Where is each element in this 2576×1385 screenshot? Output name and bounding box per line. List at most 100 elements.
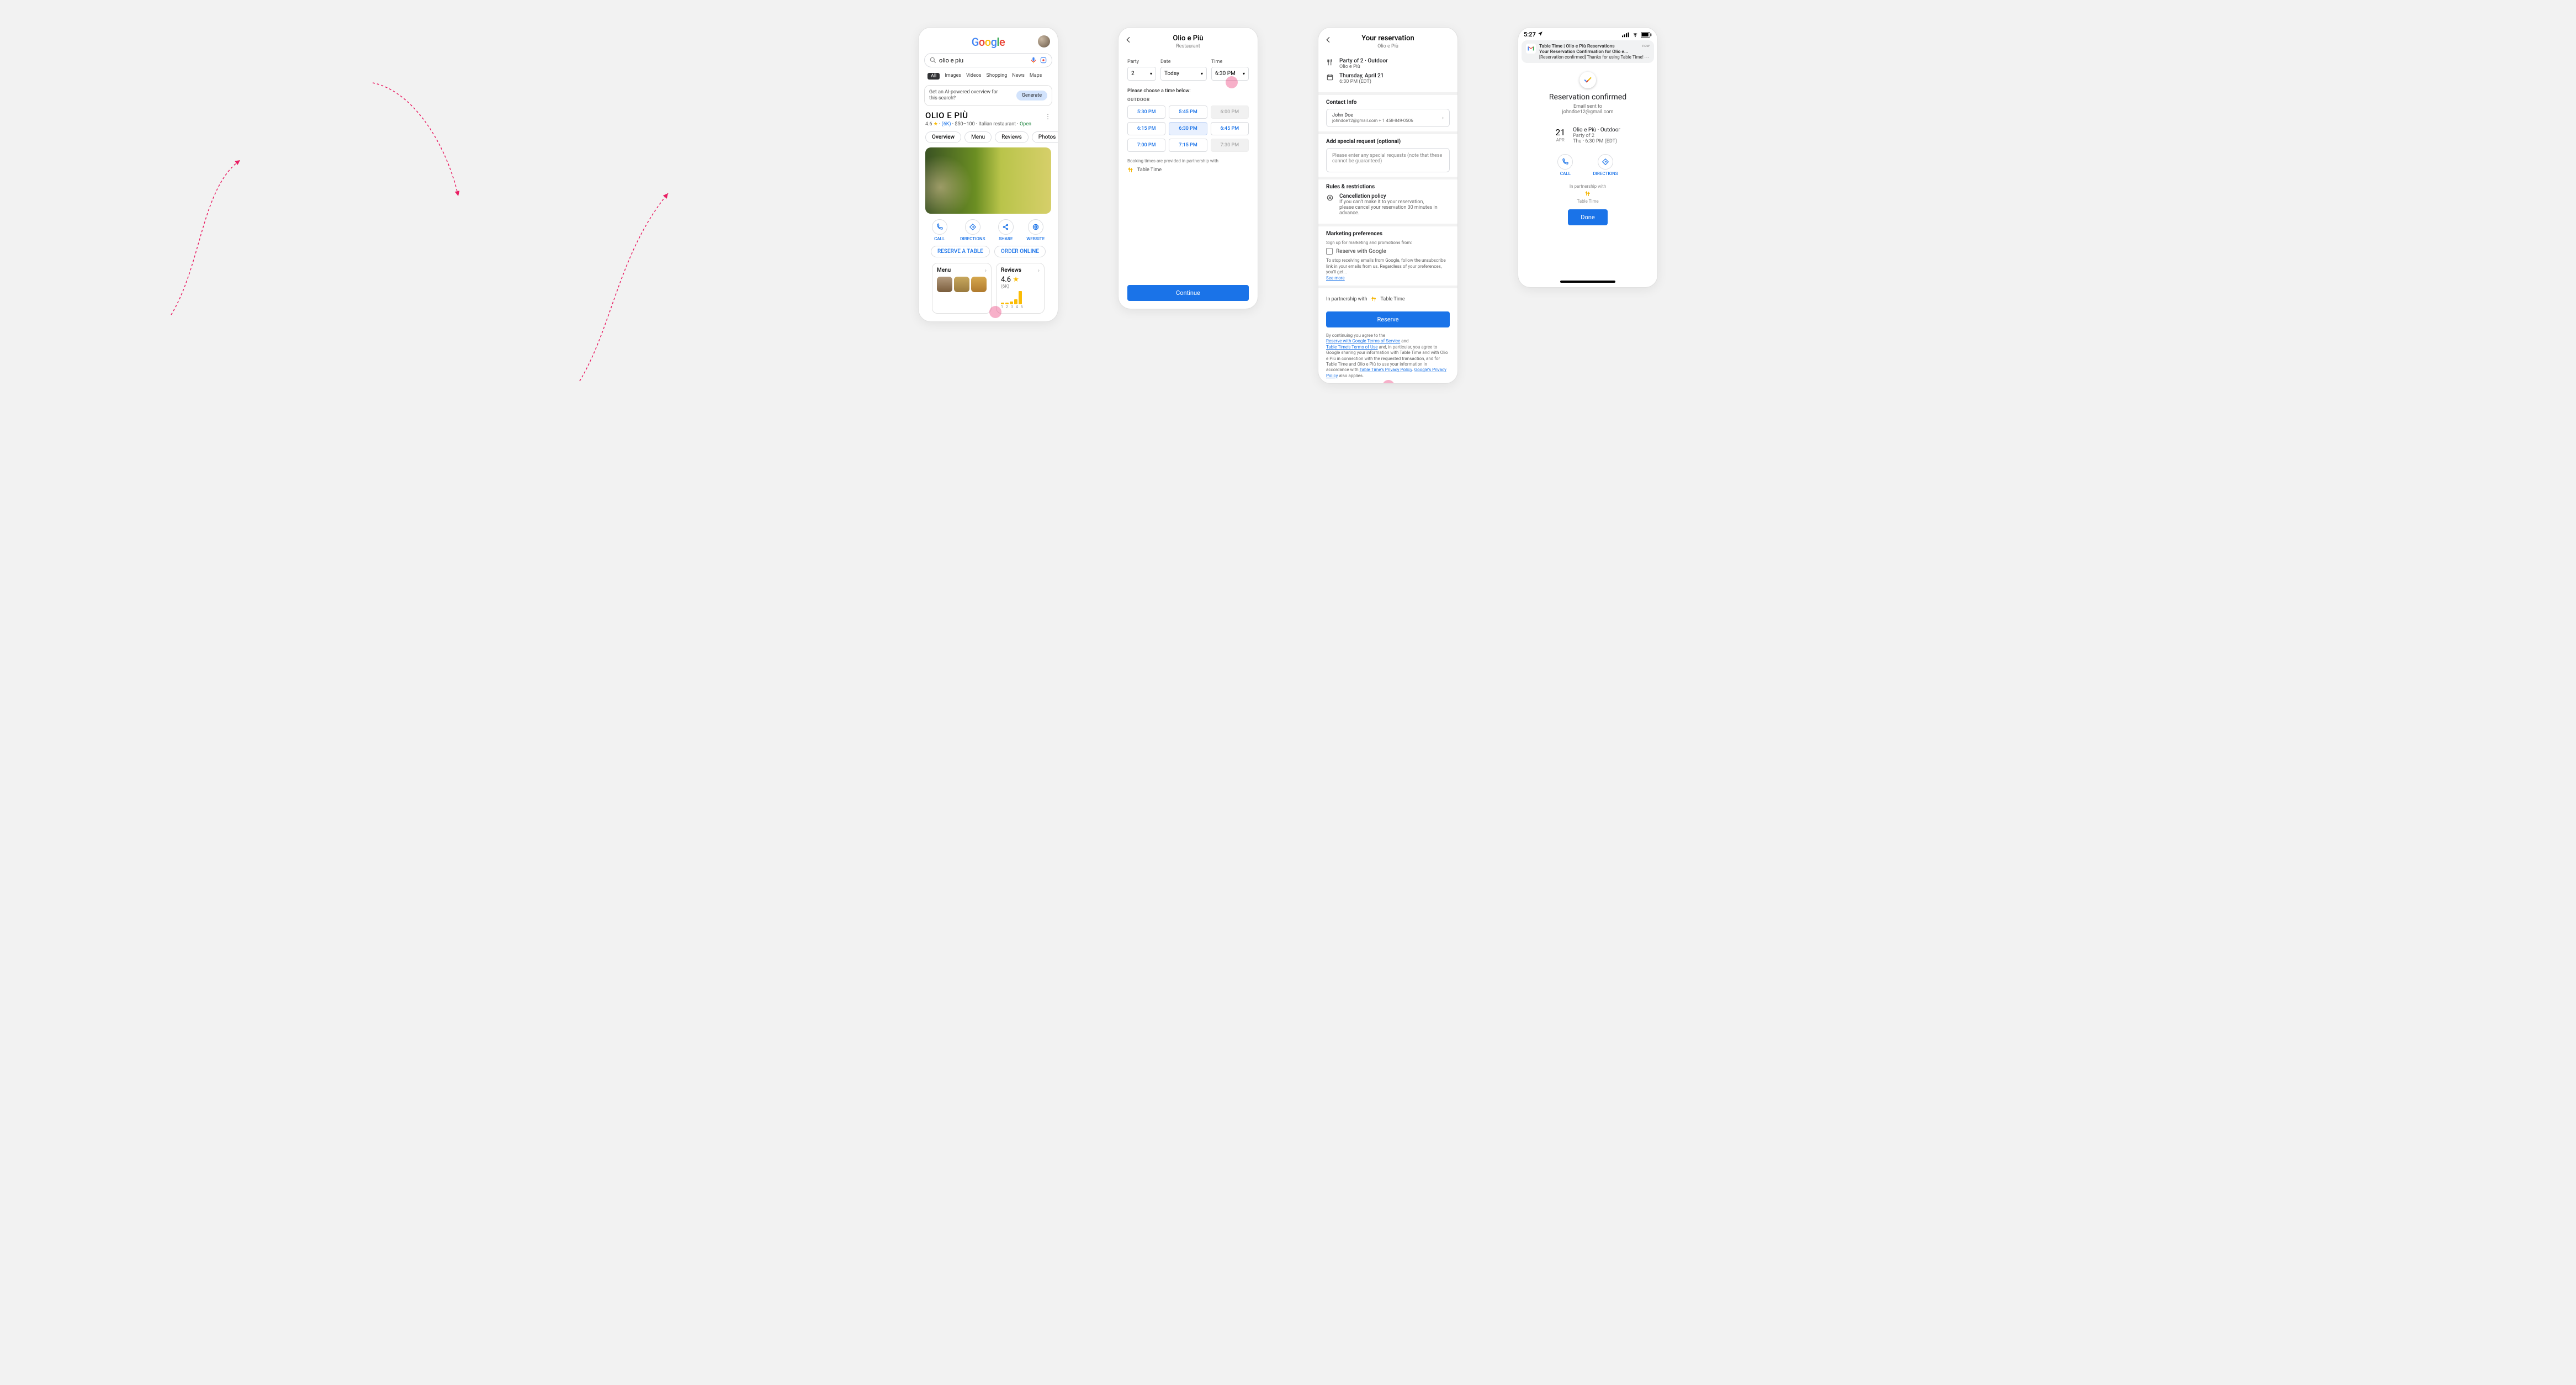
gmail-icon (1526, 44, 1536, 54)
contact-info-title: Contact Info (1326, 99, 1450, 105)
cuisine-type: Italian restaurant (978, 121, 1016, 127)
search-icon (929, 56, 937, 64)
contact-details: johndoe12@gmail.com + 1 458-849-0506 (1332, 118, 1413, 123)
contact-card[interactable]: John Doejohndoe12@gmail.com + 1 458-849-… (1326, 109, 1450, 127)
legal-text: By continuing you agree to the Reserve w… (1318, 331, 1457, 383)
reviews-count-link[interactable]: (6K) (942, 121, 951, 127)
page-title: Olio e Più (1119, 28, 1258, 44)
summary-party: Party of 2 · Outdoor (1339, 58, 1388, 64)
generate-button[interactable]: Generate (1016, 91, 1047, 101)
flow-arrow-2 (370, 80, 464, 207)
reserve-table-button[interactable]: RESERVE A TABLE (931, 246, 990, 257)
website-action[interactable]: WEBSITE (1026, 219, 1045, 241)
caret-down-icon: ▾ (1243, 71, 1245, 76)
tab-maps[interactable]: Maps (1030, 73, 1042, 80)
tab-videos[interactable]: Videos (966, 73, 982, 80)
back-icon[interactable] (1324, 35, 1333, 44)
caret-down-icon: ▾ (1201, 71, 1203, 76)
tab-images[interactable]: Images (945, 73, 961, 80)
choose-time-label: Please choose a time below: (1127, 88, 1249, 94)
ios-status-bar: 5:27 (1518, 28, 1657, 38)
globe-icon (1032, 223, 1040, 231)
phone-icon (1561, 158, 1569, 166)
search-bar[interactable] (924, 53, 1052, 67)
calendar-icon (1326, 73, 1334, 81)
mic-icon[interactable] (1030, 56, 1037, 64)
done-button[interactable]: Done (1568, 209, 1608, 225)
party-dropdown[interactable]: 2▾ (1127, 67, 1156, 81)
tab-news[interactable]: News (1012, 73, 1025, 80)
ellipsis-icon: ⋯ (1644, 55, 1650, 61)
confirmation-date: 21APR (1555, 127, 1565, 144)
slot-630[interactable]: 6:30 PM (1169, 122, 1207, 135)
slot-700[interactable]: 7:00 PM (1127, 139, 1165, 152)
google-search-screen: Google All Images Videos Shopping News M… (919, 28, 1058, 321)
page-subtitle: Olio e Più (1318, 44, 1457, 49)
directions-action[interactable]: DIRECTIONS (960, 219, 985, 241)
see-more-link[interactable]: See more (1326, 276, 1345, 281)
page-title: Your reservation (1318, 28, 1457, 44)
battery-icon (1641, 32, 1652, 38)
google-logo: Google (924, 35, 1052, 49)
biz-tab-overview[interactable]: Overview (925, 131, 961, 143)
star-icon: ★ (934, 121, 938, 127)
date-dropdown[interactable]: Today▾ (1160, 67, 1207, 81)
location-arrow-icon (1538, 31, 1543, 36)
biz-tab-menu[interactable]: Menu (964, 131, 992, 143)
slot-645[interactable]: 6:45 PM (1211, 122, 1249, 135)
cutlery-icon (1326, 59, 1334, 66)
hotspot-time (1226, 76, 1238, 88)
search-input[interactable] (937, 57, 1030, 64)
table-time-icon (1127, 167, 1134, 173)
ai-prompt-text: Get an AI-powered overview for this sear… (929, 89, 1006, 102)
continue-button[interactable]: Continue (1127, 285, 1249, 301)
biz-tab-photos[interactable]: Photos (1032, 131, 1058, 143)
phone-icon (936, 223, 944, 231)
flow-arrow-1 (168, 144, 246, 320)
marketing-checkbox[interactable]: Reserve with Google (1326, 248, 1450, 255)
back-icon[interactable] (1124, 35, 1133, 44)
ai-overview-prompt: Get an AI-powered overview for this sear… (924, 85, 1052, 106)
order-online-button[interactable]: ORDER ONLINE (994, 246, 1046, 257)
signal-icon (1622, 32, 1630, 38)
time-slot-grid: 5:30 PM 5:45 PM 6:00 PM 6:15 PM 6:30 PM … (1127, 105, 1249, 152)
reviews-card[interactable]: Reviews› 4.6 ★ (6K) 12345 (996, 263, 1045, 314)
hero-photo[interactable] (925, 147, 1051, 214)
cancel-icon (1326, 194, 1334, 202)
slot-615[interactable]: 6:15 PM (1127, 122, 1165, 135)
menu-card[interactable]: Menu› (932, 263, 992, 314)
call-action[interactable]: CALL (932, 219, 947, 241)
tt-privacy-link[interactable]: Table Time's Privacy Policy (1359, 367, 1412, 372)
rwg-tos-link[interactable]: Reserve with Google Terms of Service (1326, 339, 1400, 343)
reservation-form-screen: Your reservation Olio e Più Party of 2 ·… (1318, 28, 1457, 383)
diamond-icon (1602, 158, 1609, 166)
confirmation-sub1: Email sent to (1518, 104, 1657, 109)
rules-body: If you can't make it to your reservation… (1339, 199, 1439, 216)
notif-app-name: Table Time | Olio e Più Reservations (1539, 44, 1650, 49)
party-label: Party (1127, 59, 1156, 65)
tt-tos-link[interactable]: Table Time's Terms of Use (1326, 345, 1378, 350)
slot-715[interactable]: 7:15 PM (1169, 139, 1207, 152)
email-notification[interactable]: Table Time | Olio e Più Reservations You… (1522, 40, 1654, 63)
wifi-icon (1631, 32, 1639, 38)
special-request-input[interactable]: Please enter any special requests (note … (1326, 148, 1450, 172)
call-action[interactable]: CALL (1557, 154, 1573, 176)
lens-icon[interactable] (1040, 56, 1047, 64)
search-tabs: All Images Videos Shopping News Maps (924, 71, 1052, 82)
slot-530[interactable]: 5:30 PM (1127, 105, 1165, 119)
share-action[interactable]: SHARE (998, 219, 1014, 241)
directions-action[interactable]: DIRECTIONS (1593, 154, 1618, 176)
conf-party: Party of 2 (1573, 133, 1620, 139)
confirmation-screen: 5:27 Table Time | Olio e Più Reservation… (1518, 28, 1657, 287)
biz-tab-reviews[interactable]: Reviews (995, 131, 1029, 143)
contact-name: John Doe (1332, 113, 1413, 118)
kebab-icon[interactable]: ⋮ (1045, 113, 1051, 120)
slot-545[interactable]: 5:45 PM (1169, 105, 1207, 119)
notif-subject: Your Reservation Confirmation for Olio e… (1539, 49, 1650, 55)
tab-all[interactable]: All (927, 73, 940, 80)
user-avatar[interactable] (1038, 35, 1050, 47)
tab-shopping[interactable]: Shopping (987, 73, 1008, 80)
page-subtitle: Restaurant (1119, 44, 1258, 49)
diamond-icon (969, 223, 977, 231)
reserve-button[interactable]: Reserve (1326, 311, 1450, 327)
